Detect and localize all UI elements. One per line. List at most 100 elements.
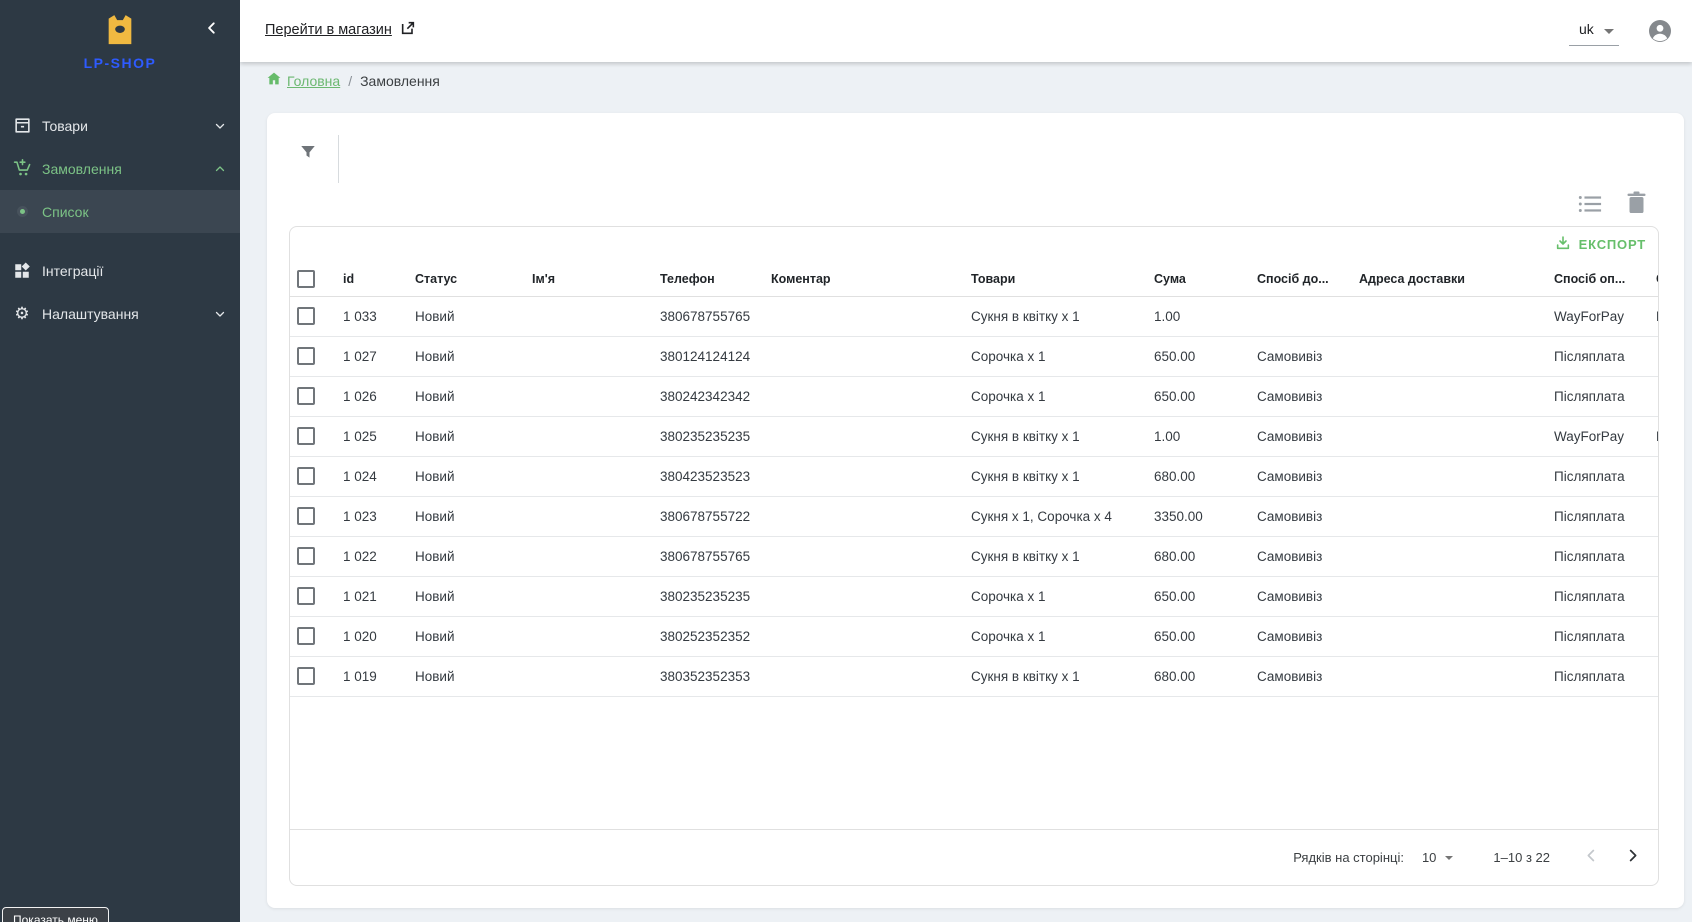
cell-address <box>1347 336 1542 376</box>
cell-sum: 650.00 <box>1142 376 1245 416</box>
go-to-store-link[interactable]: Перейти в магазин <box>265 20 416 40</box>
pagination-range: 1–10 з 22 <box>1493 850 1550 865</box>
breadcrumb-separator: / <box>348 73 352 89</box>
cell-name <box>520 416 648 456</box>
language-select[interactable]: uk <box>1569 16 1619 46</box>
cell-name <box>520 336 648 376</box>
caret-down-icon <box>1604 29 1614 34</box>
cell-products: Сорочка x 1 <box>959 616 1142 656</box>
cell-comment <box>759 456 959 496</box>
external-link-icon <box>400 20 416 40</box>
cell-status: Новий <box>403 416 520 456</box>
table-row[interactable]: 1 022 Новий 380678755765 Сукня в квітку … <box>290 536 1658 576</box>
previous-page-button[interactable] <box>1584 848 1599 868</box>
cell-payment: Післяплата <box>1542 496 1644 536</box>
column-header-payment[interactable]: Спосіб оп... <box>1542 262 1644 296</box>
sidebar-subitem-orders-list[interactable]: Список <box>0 190 240 233</box>
row-checkbox[interactable] <box>297 427 315 445</box>
cell-address <box>1347 376 1542 416</box>
cell-delivery <box>1245 296 1347 336</box>
table-row[interactable]: 1 033 Новий 380678755765 Сукня в квітку … <box>290 296 1658 336</box>
cell-products: Сорочка x 1 <box>959 336 1142 376</box>
row-checkbox[interactable] <box>297 587 315 605</box>
cell-sum: 1.00 <box>1142 416 1245 456</box>
sidebar-item-integrations[interactable]: Інтеграції <box>0 249 240 292</box>
row-checkbox[interactable] <box>297 667 315 685</box>
delete-selected-button[interactable] <box>1627 191 1647 215</box>
cell-address <box>1347 536 1542 576</box>
sidebar-item-settings[interactable]: ⚙ Налаштування <box>0 292 240 335</box>
cell-comment <box>759 376 959 416</box>
cell-status: Новий <box>403 376 520 416</box>
rows-per-page-select[interactable]: 10 <box>1422 850 1453 865</box>
cell-phone: 380678755722 <box>648 496 759 536</box>
sidebar: LP-SHOP Товари Замовлення <box>0 0 240 922</box>
sidebar-item-products[interactable]: Товари <box>0 104 240 147</box>
sidebar-menu: Товари Замовлення Список <box>0 104 240 335</box>
sidebar-item-label: Товари <box>42 118 206 134</box>
row-checkbox[interactable] <box>297 547 315 565</box>
cell-pay-status <box>1644 336 1658 376</box>
table-row[interactable]: 1 023 Новий 380678755722 Сукня x 1, Соро… <box>290 496 1658 536</box>
column-header-sum[interactable]: Сума <box>1142 262 1245 296</box>
column-settings-button[interactable] <box>1578 193 1602 215</box>
cell-payment: Післяплата <box>1542 536 1644 576</box>
row-checkbox[interactable] <box>297 467 315 485</box>
cell-status: Новий <box>403 616 520 656</box>
rows-per-page-label: Рядків на сторінці: <box>1293 850 1404 865</box>
cell-payment: Післяплата <box>1542 456 1644 496</box>
user-avatar[interactable] <box>1648 19 1672 43</box>
column-header-pay-status[interactable]: Ст <box>1644 262 1658 296</box>
column-header-phone[interactable]: Телефон <box>648 262 759 296</box>
select-all-checkbox[interactable] <box>297 270 315 288</box>
cell-comment <box>759 296 959 336</box>
cell-address <box>1347 656 1542 696</box>
filter-button[interactable] <box>295 141 321 167</box>
table-toolbar: ЕКСПОРТ <box>290 227 1658 262</box>
main-area: Перейти в магазин uk <box>240 0 1692 922</box>
cell-name <box>520 496 648 536</box>
cell-phone: 380235235235 <box>648 416 759 456</box>
caret-down-icon <box>1445 856 1453 860</box>
table-row[interactable]: 1 024 Новий 380423523523 Сукня в квітку … <box>290 456 1658 496</box>
cell-name <box>520 536 648 576</box>
go-to-store-label: Перейти в магазин <box>265 22 392 38</box>
table-row[interactable]: 1 025 Новий 380235235235 Сукня в квітку … <box>290 416 1658 456</box>
column-header-address[interactable]: Адреса доставки <box>1347 262 1542 296</box>
table-row[interactable]: 1 027 Новий 380124124124 Сорочка x 1 650… <box>290 336 1658 376</box>
column-header-status[interactable]: Статус <box>403 262 520 296</box>
column-header-name[interactable]: Ім'я <box>520 262 648 296</box>
column-header-products[interactable]: Товари <box>959 262 1142 296</box>
table-row[interactable]: 1 021 Новий 380235235235 Сорочка x 1 650… <box>290 576 1658 616</box>
inventory-box-icon <box>4 116 40 135</box>
filter-funnel-icon <box>299 143 317 166</box>
column-header-comment[interactable]: Коментар <box>759 262 959 296</box>
row-checkbox[interactable] <box>297 387 315 405</box>
row-checkbox[interactable] <box>297 627 315 645</box>
cell-phone: 380423523523 <box>648 456 759 496</box>
cell-status: Новий <box>403 496 520 536</box>
table-row[interactable]: 1 019 Новий 380352352353 Сукня в квітку … <box>290 656 1658 696</box>
app-logo[interactable]: LP-SHOP <box>0 14 240 71</box>
cell-id: 1 026 <box>331 376 403 416</box>
cell-status: Новий <box>403 576 520 616</box>
row-checkbox[interactable] <box>297 507 315 525</box>
cell-name <box>520 576 648 616</box>
breadcrumb-home-link[interactable]: Головна <box>267 72 340 90</box>
cell-id: 1 024 <box>331 456 403 496</box>
row-checkbox[interactable] <box>297 307 315 325</box>
row-checkbox[interactable] <box>297 347 315 365</box>
export-button[interactable]: ЕКСПОРТ <box>1555 235 1646 254</box>
show-menu-tooltip: Показать меню <box>2 907 109 922</box>
cell-sum: 1.00 <box>1142 296 1245 336</box>
column-header-id[interactable]: id <box>331 262 403 296</box>
cell-name <box>520 296 648 336</box>
column-header-delivery[interactable]: Спосіб до... <box>1245 262 1347 296</box>
next-page-button[interactable] <box>1625 848 1640 868</box>
cell-address <box>1347 456 1542 496</box>
app-logo-text: LP-SHOP <box>0 55 240 71</box>
table-row[interactable]: 1 026 Новий 380242342342 Сорочка x 1 650… <box>290 376 1658 416</box>
cell-comment <box>759 616 959 656</box>
sidebar-item-orders[interactable]: Замовлення <box>0 147 240 190</box>
table-row[interactable]: 1 020 Новий 380252352352 Сорочка x 1 650… <box>290 616 1658 656</box>
